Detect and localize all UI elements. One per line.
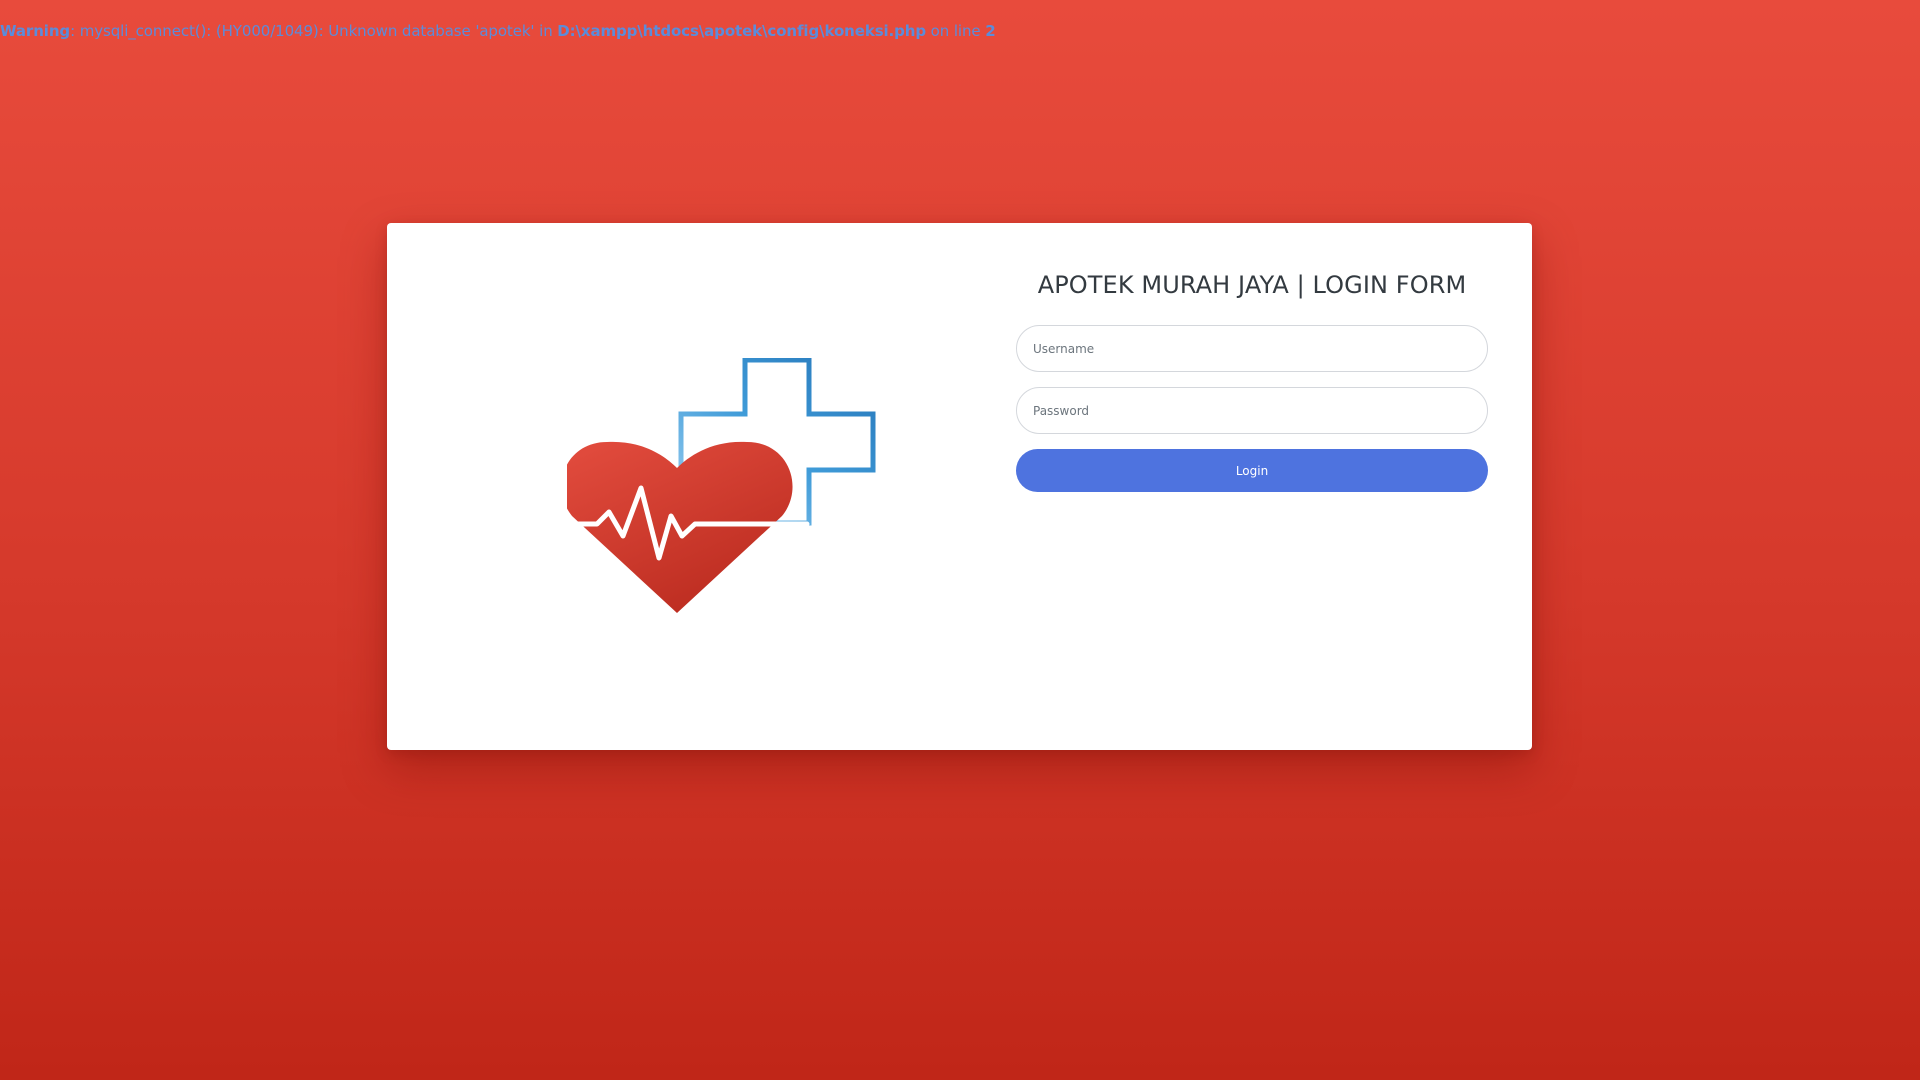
login-title: APOTEK MURAH JAYA | LOGIN FORM bbox=[1037, 271, 1467, 299]
heart-cross-heartbeat-icon bbox=[567, 358, 876, 613]
warning-line-text: on line bbox=[926, 22, 986, 40]
warning-file-path: D:\xampp\htdocs\apotek\config\koneksi.ph… bbox=[557, 22, 927, 40]
login-form: APOTEK MURAH JAYA | LOGIN FORM Login bbox=[1016, 263, 1488, 492]
password-input[interactable] bbox=[1016, 387, 1488, 434]
warning-text: : mysqli_connect(): (HY000/1049): Unknow… bbox=[70, 22, 558, 40]
warning-label: Warning bbox=[0, 22, 71, 40]
login-card: APOTEK MURAH JAYA | LOGIN FORM Login bbox=[387, 223, 1532, 750]
php-warning-message: Warning: mysqli_connect(): (HY000/1049):… bbox=[0, 22, 996, 40]
username-input[interactable] bbox=[1016, 325, 1488, 372]
pharmacy-logo-icon bbox=[567, 358, 887, 628]
warning-line-number: 2 bbox=[985, 22, 996, 40]
login-button[interactable]: Login bbox=[1016, 449, 1488, 492]
